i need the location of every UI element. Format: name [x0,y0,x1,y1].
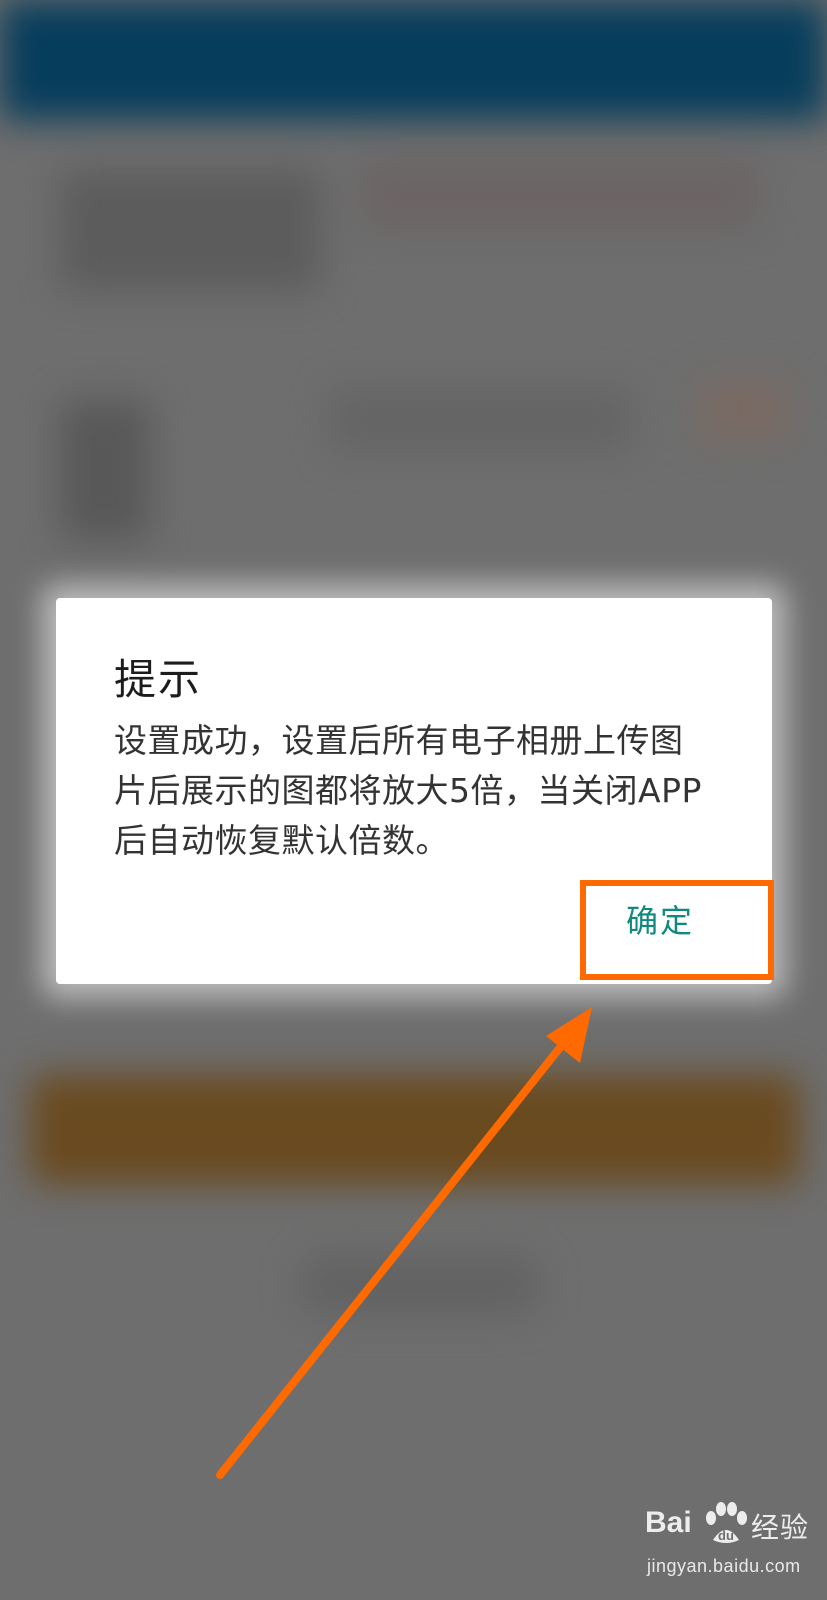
watermark-logo-suffix: 经验 [751,1511,810,1544]
background-block [700,380,790,440]
dialog-message: 设置成功，设置后所有电子相册上传图片后展示的图都将放大5倍，当关闭APP后自动恢… [114,721,702,860]
background-action-bar [30,1075,800,1185]
watermark-logo-text: Bai [645,1506,692,1539]
screen: 提示 设置成功，设置后所有电子相册上传图片后展示的图都将放大5倍，当关闭APP后… [0,0,827,1600]
background-block [60,400,150,540]
watermark-url: jingyan.baidu.com [647,1556,801,1576]
baidu-jingyan-watermark: Bai du 经验 jingyan.baidu.com [633,1496,813,1586]
baidu-paw-icon: du [706,1502,747,1543]
watermark-logo: Bai du 经验 [633,1496,813,1552]
app-header-bar [0,0,827,120]
background-block [60,170,320,290]
background-block [330,390,630,450]
dialog-title: 提示 [114,655,203,704]
svg-text:du: du [718,1528,734,1543]
background-block [360,160,760,230]
background-pill [300,1255,540,1315]
highlight-box [580,880,774,980]
